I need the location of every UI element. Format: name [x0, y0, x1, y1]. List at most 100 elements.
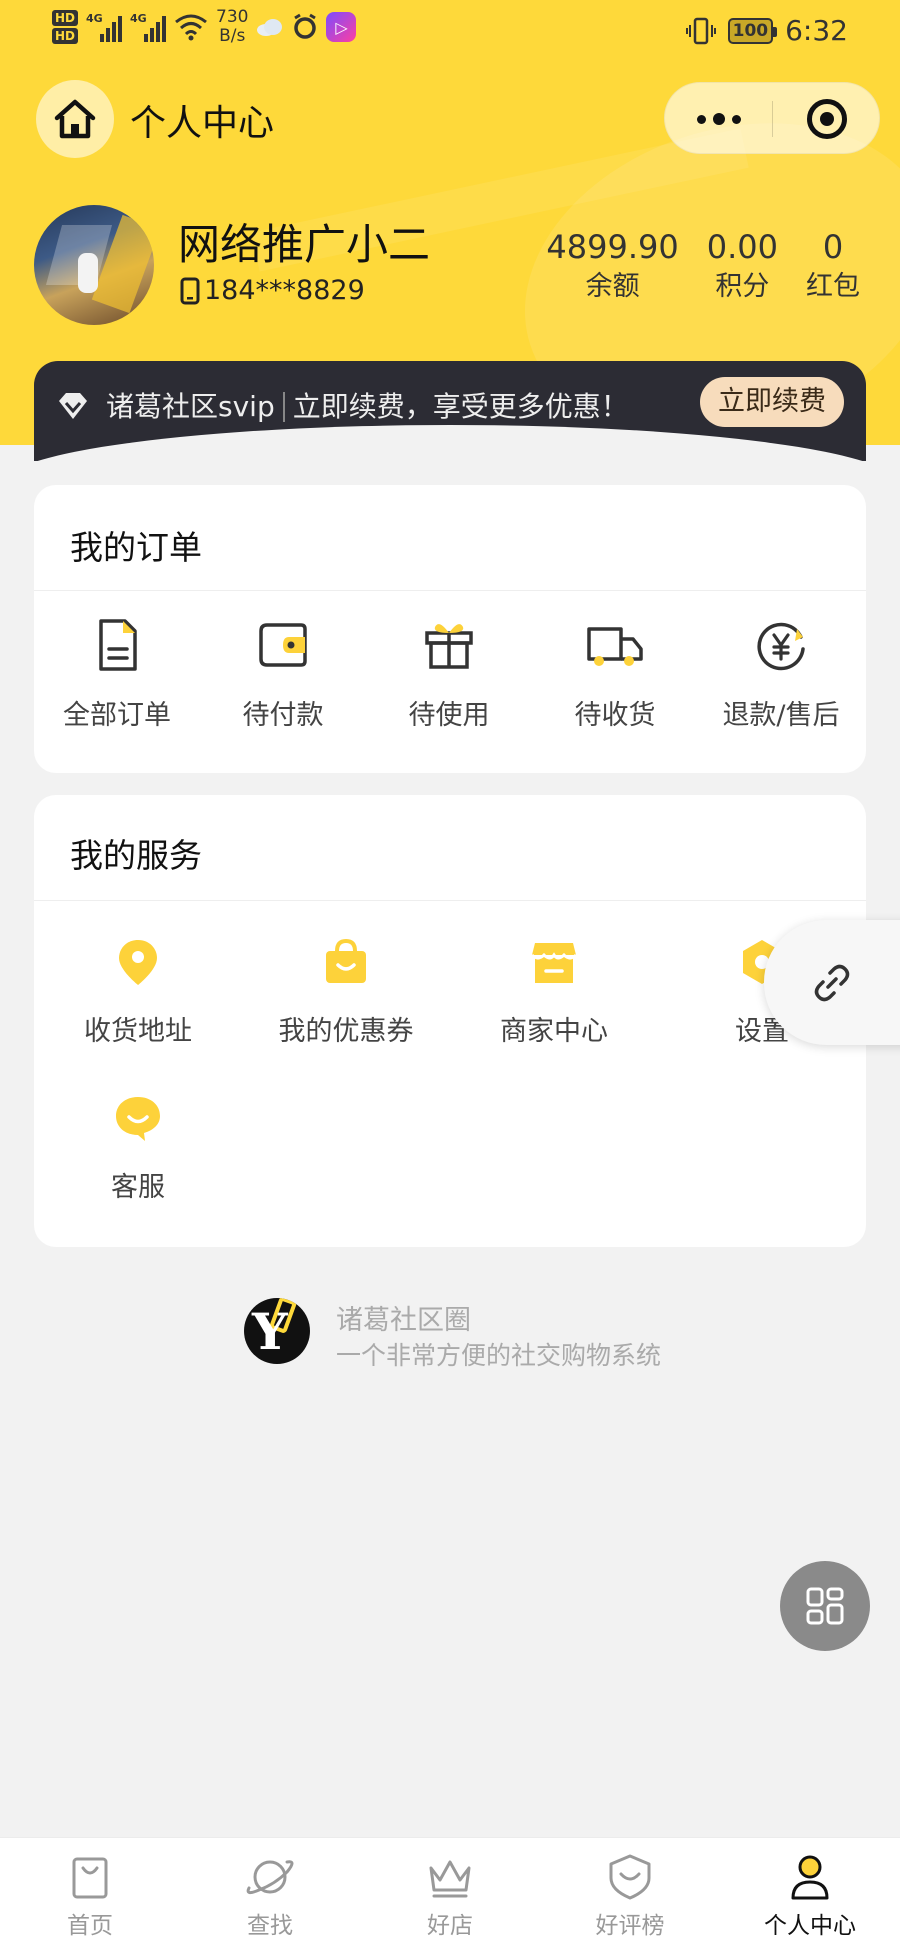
- stat-value: 0: [822, 228, 844, 266]
- close-mini-program-button[interactable]: [773, 83, 881, 155]
- service-coupons[interactable]: 我的优惠券: [242, 937, 450, 1048]
- stat-value: 0.00: [706, 228, 778, 266]
- service-customer-service[interactable]: 客服: [34, 1093, 242, 1204]
- svip-text: 诸葛社区svip 立即续费，享受更多优惠！: [106, 385, 629, 425]
- my-services-card: 我的服务 收货地址 我的优惠券 商家中心 设置 客服: [34, 795, 866, 1247]
- signal-type-2: 4G: [130, 12, 147, 25]
- tab-label: 好评榜: [595, 1913, 665, 1939]
- order-to-use[interactable]: 待使用: [366, 615, 532, 732]
- crown-icon: [429, 1860, 471, 1898]
- wifi-icon: [175, 14, 207, 41]
- tab-search[interactable]: 查找: [180, 1852, 360, 1940]
- order-label: 待付款: [242, 700, 324, 731]
- wallet-icon: [259, 623, 307, 667]
- order-label: 退款/售后: [722, 700, 840, 731]
- service-label: 我的优惠券: [278, 1016, 414, 1047]
- service-merchant-center[interactable]: 商家中心: [450, 937, 658, 1048]
- home-icon: [54, 99, 96, 139]
- menu-grid-button[interactable]: [780, 1561, 870, 1651]
- target-icon: [807, 99, 847, 139]
- my-orders-card: 我的订单 全部订单 待付款 待使用 待收货 退款/售后: [34, 485, 866, 773]
- status-bar: HD HD 4G 4G 730 B/s ▷ 100 6:32: [0, 0, 900, 60]
- signal-type-1: 4G: [86, 12, 103, 25]
- navigation-bar: 个人中心: [0, 78, 900, 158]
- tab-label: 个人中心: [764, 1913, 856, 1939]
- services-title: 我的服务: [70, 836, 202, 875]
- service-label: 商家中心: [500, 1016, 608, 1047]
- grid-icon: [806, 1587, 844, 1625]
- service-address[interactable]: 收货地址: [34, 937, 242, 1048]
- diamond-icon: [59, 393, 87, 419]
- stat-label: 余额: [585, 271, 640, 302]
- tab-label: 首页: [67, 1913, 113, 1939]
- stat-balance[interactable]: 4899.90 余额: [532, 227, 692, 307]
- renew-button[interactable]: 立即续费: [700, 377, 844, 427]
- truck-icon: [587, 627, 643, 666]
- chat-bubble-icon: [116, 1097, 160, 1141]
- signal-icon: 4G: [130, 12, 167, 42]
- clock: 6:32: [785, 14, 848, 47]
- network-speed-value: 730: [216, 7, 249, 27]
- phone-number: 184***8829: [180, 275, 365, 306]
- shield-smile-icon: [609, 1854, 651, 1900]
- battery-icon: 100: [727, 17, 777, 44]
- app-notification-icon: ▷: [326, 12, 357, 42]
- hd-badge-2: HD: [52, 28, 79, 44]
- store-icon: [530, 943, 578, 983]
- gift-icon: [425, 624, 473, 669]
- order-label: 全部订单: [63, 700, 171, 731]
- tab-label: 查找: [247, 1913, 293, 1939]
- order-refund[interactable]: 退款/售后: [698, 615, 864, 732]
- link-icon: [814, 964, 850, 1001]
- refund-yen-icon: [757, 622, 805, 671]
- profile-section: 网络推广小二 184***8829 4899.90 余额 0.00 积分 0 红…: [34, 205, 874, 325]
- brand-name: 诸葛社区圈: [336, 1305, 471, 1336]
- hd-badges: HD HD: [52, 10, 79, 44]
- tab-profile[interactable]: 个人中心: [720, 1852, 900, 1940]
- account-stats: 4899.90 余额 0.00 积分 0 红包: [532, 227, 874, 307]
- more-menu-button[interactable]: [665, 83, 773, 155]
- home-button[interactable]: [36, 80, 114, 158]
- stat-value: 4899.90: [546, 228, 679, 266]
- tab-home[interactable]: 首页: [0, 1852, 180, 1940]
- bottom-tab-bar: 首页 查找 好店 好评榜 个人中心: [0, 1837, 900, 1950]
- document-icon: [99, 619, 137, 671]
- svip-promo: 立即续费，享受更多优惠！: [292, 390, 629, 423]
- nickname: 网络推广小二: [178, 220, 431, 269]
- hd-badge-1: HD: [52, 10, 79, 26]
- order-pending-payment[interactable]: 待付款: [200, 615, 366, 732]
- network-speed-unit: B/s: [219, 26, 246, 46]
- phone-icon: [180, 277, 200, 304]
- tab-good-shops[interactable]: 好店: [360, 1852, 540, 1940]
- brand-footer: Y 诸葛社区圈 一个非常方便的社交购物系统: [244, 1298, 664, 1370]
- person-icon: [791, 1855, 829, 1900]
- shopping-bag-icon: [326, 938, 366, 983]
- share-link-button[interactable]: [764, 920, 900, 1045]
- brand-slogan: 一个非常方便的社交购物系统: [336, 1341, 662, 1370]
- tab-ranking[interactable]: 好评榜: [540, 1852, 720, 1940]
- order-label: 待收货: [574, 700, 656, 731]
- service-label: 客服: [111, 1172, 165, 1203]
- stat-points[interactable]: 0.00 积分: [693, 227, 792, 307]
- network-speed: 730 B/s: [216, 8, 248, 46]
- order-all[interactable]: 全部订单: [34, 615, 200, 732]
- alarm-icon: [294, 13, 317, 39]
- signal-icon: 4G: [86, 12, 123, 42]
- order-to-receive[interactable]: 待收货: [532, 615, 698, 732]
- mini-program-capsule: [664, 82, 880, 154]
- avatar[interactable]: [34, 205, 154, 325]
- tab-label: 好店: [427, 1913, 473, 1939]
- stat-label: 红包: [806, 271, 860, 302]
- stat-label: 积分: [715, 271, 770, 302]
- service-label: 收货地址: [84, 1016, 192, 1047]
- svip-name: 诸葛社区svip: [106, 390, 275, 423]
- vibrate-icon: [685, 17, 716, 44]
- page-title: 个人中心: [130, 103, 275, 144]
- planet-icon: [246, 1860, 294, 1895]
- phone-number-text: 184***8829: [204, 275, 365, 306]
- bag-icon: [72, 1857, 108, 1899]
- location-pin-icon: [119, 940, 157, 985]
- brand-logo: Y: [244, 1298, 310, 1364]
- orders-title: 我的订单: [70, 528, 202, 567]
- stat-red-packet[interactable]: 0 红包: [792, 227, 874, 307]
